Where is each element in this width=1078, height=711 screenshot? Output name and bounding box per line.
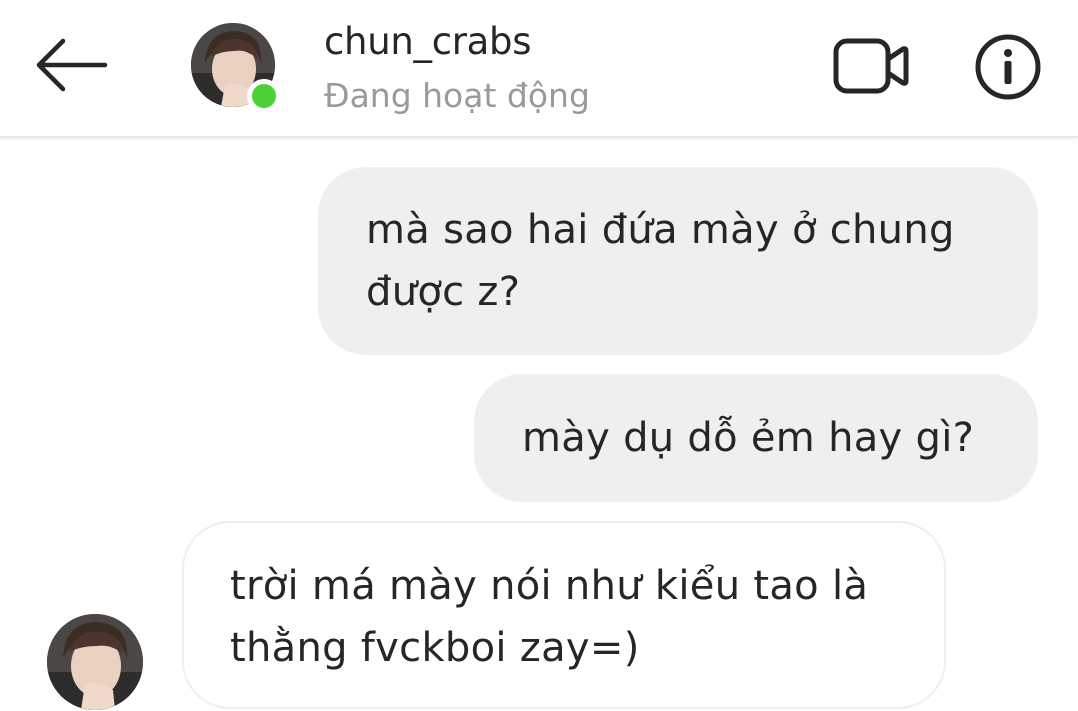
profile-avatar[interactable]	[191, 23, 281, 113]
sender-avatar[interactable]	[47, 614, 143, 710]
info-button[interactable]	[968, 28, 1048, 106]
message-text: mày dụ dỗ ẻm hay gì?	[522, 415, 975, 461]
chat-username[interactable]: chun_crabs	[324, 20, 531, 63]
online-status-dot	[247, 79, 281, 113]
sent-message[interactable]: mà sao hai đứa mày ở chung được z?	[318, 167, 1038, 355]
video-call-button[interactable]	[828, 30, 914, 102]
video-camera-icon	[833, 38, 909, 94]
back-arrow-icon	[36, 38, 108, 92]
message-text: mà sao hai đứa mày ở chung được z?	[366, 207, 955, 315]
message-text: trời má mày nói như kiểu tao là thằng fv…	[230, 563, 869, 671]
chat-header: chun_crabs Đang hoạt động	[0, 0, 1078, 138]
received-message[interactable]: trời má mày nói như kiểu tao là thằng fv…	[182, 521, 946, 709]
back-button[interactable]	[30, 34, 112, 96]
sent-message[interactable]: mày dụ dỗ ẻm hay gì?	[474, 374, 1038, 502]
info-icon	[975, 34, 1041, 100]
activity-status: Đang hoạt động	[324, 76, 590, 115]
